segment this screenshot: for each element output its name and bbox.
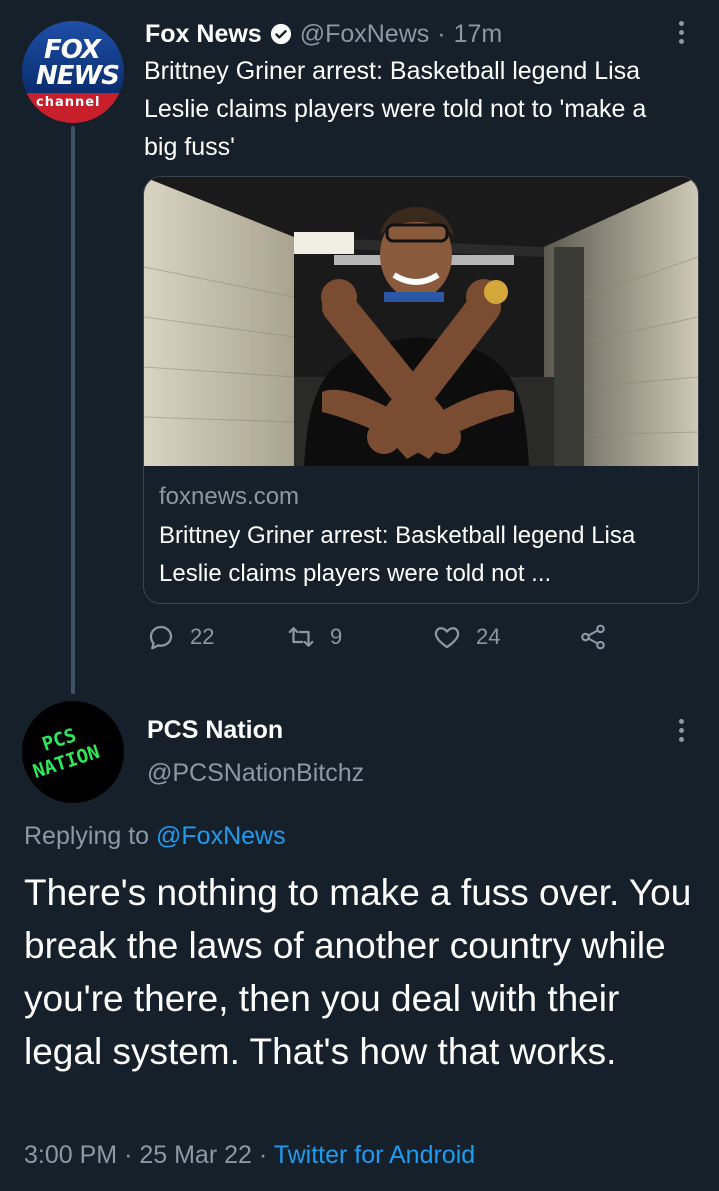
tweet-actions-bar: 22 9 24 [146,622,616,656]
separator-dot: · [258,1141,268,1169]
card-domain: foxnews.com [159,483,300,510]
replying-to-link[interactable]: @FoxNews [156,822,286,850]
verified-badge-icon [270,23,291,45]
retweet-icon [288,627,314,647]
separator-dot: · [437,19,446,48]
share-icon [581,624,605,650]
reply-count: 22 [190,624,215,649]
retweet-button[interactable]: 9 [286,622,342,652]
replying-to-label: Replying to [24,822,150,850]
card-title: Brittney Griner arrest: Basketball legen… [159,522,636,587]
reply-icon [149,625,173,650]
like-button[interactable]: 24 [432,622,500,652]
tweet-date[interactable]: 25 Mar 22 [139,1141,252,1169]
card-image[interactable] [144,177,698,466]
tweet-text: Brittney Griner arrest: Basketball legen… [144,57,647,161]
tweet-text: There's nothing to make a fuss over. You… [24,872,692,1072]
tweet-meta: 3:00 PM · 25 Mar 22 · Twitter for Androi… [24,1141,475,1170]
pcs-nation-avatar[interactable]: PCS NATION [22,701,124,803]
avatar-logo-text: NEWS [36,61,120,91]
author-handle[interactable]: @PCSNationBitchz [147,759,364,788]
author-name[interactable]: Fox News [145,20,262,49]
more-options-icon[interactable] [679,21,687,48]
tweet-source-link[interactable]: Twitter for Android [274,1141,475,1169]
author-name[interactable]: PCS Nation [147,716,283,745]
retweet-count: 9 [330,624,343,649]
share-button[interactable] [578,622,622,652]
like-count: 24 [476,624,501,649]
tweet-time[interactable]: 17m [454,20,503,49]
thread-connector-line [71,126,75,694]
tweet-time[interactable]: 3:00 PM [24,1141,117,1169]
avatar-logo-text: channel [36,95,101,110]
card-photo-illustration [144,177,698,466]
more-options-icon[interactable] [679,719,687,746]
fox-news-avatar[interactable]: FOX NEWS channel [22,21,124,123]
heart-icon [434,627,460,649]
reply-button[interactable]: 22 [146,622,214,652]
separator-dot: · [124,1141,133,1169]
link-card[interactable]: foxnews.com Brittney Griner arrest: Bask… [143,176,699,604]
replying-to-line: Replying to @FoxNews [24,822,286,851]
tweet1-header: Fox News @FoxNews · 17m [145,16,502,52]
author-handle[interactable]: @FoxNews [300,20,430,49]
